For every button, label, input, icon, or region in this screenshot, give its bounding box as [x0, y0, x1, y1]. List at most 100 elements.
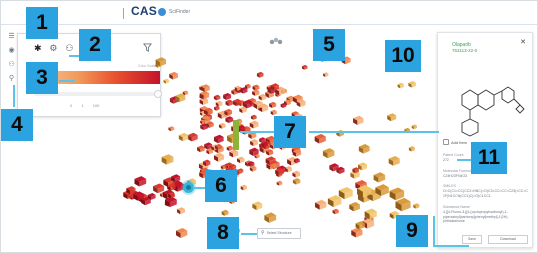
substance-cube[interactable] [169, 71, 179, 80]
substance-cube[interactable] [351, 227, 363, 238]
substance-cube[interactable] [215, 100, 223, 107]
substance-cube[interactable] [411, 124, 417, 130]
substance-cube[interactable] [168, 126, 175, 132]
substance-cube[interactable] [292, 170, 301, 178]
substance-cube[interactable] [388, 156, 400, 166]
substance-cube[interactable] [200, 84, 210, 93]
substance-cube[interactable] [187, 132, 198, 142]
substance-cube[interactable] [301, 64, 308, 70]
substance-cube[interactable] [269, 101, 277, 109]
substance-cube[interactable] [252, 89, 260, 96]
save-button[interactable]: Save [462, 235, 482, 244]
substance-cube[interactable] [223, 92, 232, 101]
field-label: Patent Count [443, 153, 464, 157]
substance-cube[interactable] [252, 201, 263, 211]
substance-cube[interactable] [225, 116, 234, 124]
substance-cube[interactable] [177, 207, 186, 215]
select-structure-button[interactable]: ⚲ Select Structure [257, 228, 301, 239]
field-value: C24H23FN4O3 [443, 174, 468, 178]
substance-cube[interactable] [373, 172, 386, 183]
callout-4: 4 [1, 109, 33, 141]
substance-cube[interactable] [395, 197, 411, 212]
download-button[interactable]: Download [488, 235, 528, 244]
add-item-checkbox[interactable] [443, 139, 449, 145]
substance-cube[interactable] [250, 114, 257, 120]
substance-cube[interactable] [218, 122, 226, 129]
close-icon[interactable]: ✕ [520, 38, 526, 46]
substance-cube[interactable] [258, 93, 267, 101]
substance-cube[interactable] [252, 84, 260, 91]
callout-7-leader-right [309, 131, 439, 133]
callout-9-leader-bottom [433, 245, 469, 247]
substance-cube[interactable] [292, 178, 301, 185]
callout-5: 5 [313, 29, 345, 61]
substance-cube[interactable] [226, 145, 233, 152]
callout-8: 8 [207, 217, 239, 249]
substance-cube[interactable] [213, 94, 221, 101]
substance-cube[interactable] [332, 208, 339, 215]
substance-cube[interactable] [204, 142, 213, 150]
callout-4-leader [13, 85, 15, 107]
substance-cube[interactable] [276, 180, 283, 186]
callout-1: 1 [26, 7, 58, 39]
top-bar: CAS SciFinder [1, 1, 537, 25]
substance-cube[interactable] [389, 187, 405, 201]
substance-cube[interactable] [408, 81, 416, 88]
callout-3: 3 [26, 62, 58, 94]
substance-cube[interactable] [322, 148, 335, 159]
header-separator [123, 8, 124, 19]
substance-cube[interactable] [249, 120, 259, 129]
callout-6-leader [193, 187, 205, 189]
substance-cube[interactable] [163, 78, 170, 84]
substance-cube[interactable] [225, 99, 233, 107]
substance-cube[interactable] [134, 176, 147, 187]
substance-cube[interactable] [237, 156, 245, 164]
substance-cube[interactable] [197, 145, 205, 153]
cas-registry-number[interactable]: 763113-22-0 [452, 48, 477, 53]
substance-cube[interactable] [327, 195, 342, 208]
substance-cube[interactable] [240, 184, 248, 191]
substance-cube[interactable] [323, 72, 329, 77]
substance-cube[interactable] [397, 82, 404, 89]
add-item-label: Add Item [451, 140, 468, 145]
field-value: O=C(C1=CC(CC2=NNC(=O)C3=CC=CC=C23)=CC=C1… [443, 189, 528, 198]
highlighted-substance-column[interactable] [233, 120, 239, 150]
substance-cube[interactable] [314, 133, 326, 144]
substance-cube[interactable] [387, 113, 397, 122]
substance-cube[interactable] [161, 154, 174, 165]
substance-cube[interactable] [229, 149, 239, 158]
substance-cube[interactable] [213, 152, 225, 162]
callout-3-leader [59, 80, 75, 82]
substance-cube[interactable] [353, 115, 364, 125]
substance-cube[interactable] [315, 199, 327, 210]
chemical-structure-image [461, 86, 525, 137]
substance-cube[interactable] [182, 90, 189, 96]
substance-cube[interactable] [338, 186, 353, 200]
substance-cube[interactable] [221, 209, 229, 216]
substance-detail-panel: ✕ Olaparib 763113-22-0 Add Item Patent C… [437, 32, 533, 248]
callout-2: 2 [79, 29, 111, 61]
callout-6: 6 [205, 170, 237, 202]
substance-cube[interactable] [408, 146, 415, 152]
substance-cube[interactable] [349, 202, 360, 212]
callout-10: 10 [385, 40, 421, 72]
magnifier-icon: ⚲ [261, 230, 265, 236]
substance-cube[interactable] [213, 134, 224, 144]
scifinder-logo-text: SciFinder [169, 9, 191, 15]
substance-cube[interactable] [358, 144, 370, 154]
substance-cube[interactable] [413, 203, 420, 209]
substance-cube[interactable] [357, 162, 367, 171]
callout-8-leader [241, 233, 257, 235]
callout-9: 9 [396, 215, 428, 247]
select-structure-label: Select Structure [266, 231, 292, 235]
callout-11: 11 [471, 142, 507, 174]
substance-cube[interactable] [264, 212, 277, 223]
substance-cube[interactable] [153, 183, 165, 194]
field-label: Substance Name [443, 205, 470, 209]
substance-cube[interactable] [256, 71, 264, 78]
substance-cube[interactable] [175, 227, 188, 238]
cas-logo: CAS [131, 4, 157, 18]
substance-cube[interactable] [250, 139, 259, 147]
substance-cube[interactable] [270, 109, 277, 116]
substance-cube[interactable] [178, 132, 189, 142]
